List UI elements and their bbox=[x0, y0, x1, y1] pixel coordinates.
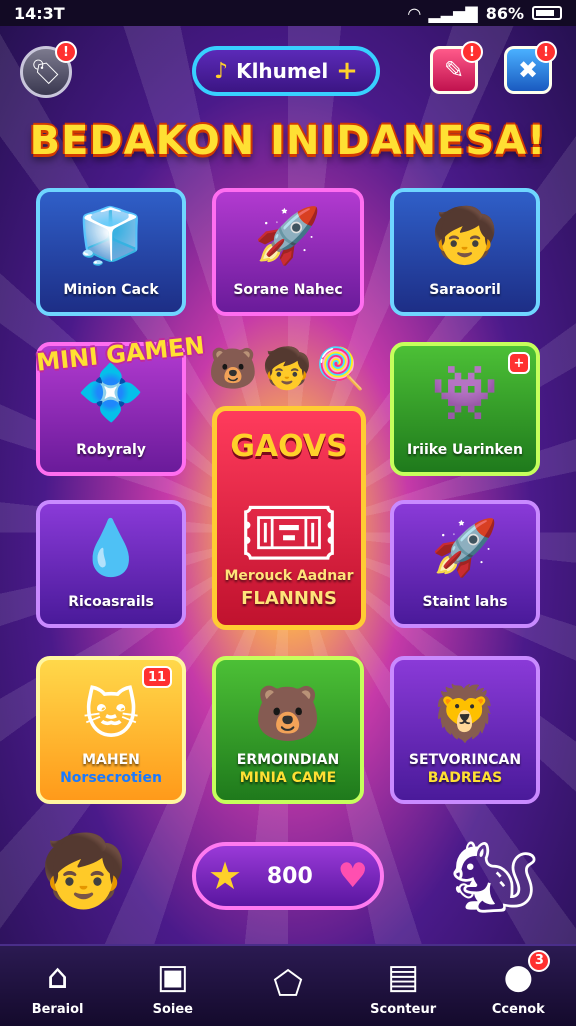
featured-label-1: Merouck Aadnar bbox=[224, 568, 354, 584]
nav-counter[interactable]: ▤ Sconteur bbox=[353, 956, 453, 1017]
game-card-label: Iriike Uarinken bbox=[407, 442, 523, 458]
tools-icon: ✖ bbox=[517, 56, 539, 84]
nav-label: Beraiol bbox=[31, 1001, 84, 1017]
battery-icon bbox=[532, 6, 562, 20]
status-time: 14:3T bbox=[14, 3, 65, 23]
rocket-icon: 🚀 bbox=[254, 204, 322, 267]
squirrel-character-icon: 🐿 bbox=[450, 836, 539, 918]
settings-button[interactable]: 🏷 ! bbox=[20, 41, 77, 98]
game-card-sublabel: BADREAS bbox=[427, 770, 503, 786]
featured-title: GAOVS bbox=[230, 429, 348, 464]
page-title: BEDAKON INIDANESA! bbox=[29, 118, 547, 164]
bottom-navigation: ⌂ Beraiol ▣ Soiee ⬠ ▤ Sconteur ● Ccenok … bbox=[0, 944, 576, 1026]
center-shape-icon: ⬠ bbox=[273, 964, 303, 1004]
notification-badge: ! bbox=[461, 41, 483, 63]
nav-label: Sconteur bbox=[370, 1001, 437, 1017]
game-card-label: ERMOINDIAN bbox=[236, 752, 340, 768]
game-card-6[interactable]: 💧 Ricoasrails bbox=[36, 500, 186, 628]
lollipop-icon: 🍭 bbox=[315, 345, 366, 392]
game-card-5[interactable]: 👾 Iriike Uarinken + bbox=[390, 342, 540, 476]
nav-home[interactable]: ⌂ Beraiol bbox=[8, 956, 108, 1017]
nav-label: Soiee bbox=[152, 1001, 193, 1017]
characters-group: 🐻 🧒 🍭 bbox=[208, 330, 365, 406]
wifi-icon: ◠ bbox=[408, 3, 421, 23]
tag-icon: 🏷 bbox=[30, 58, 62, 86]
game-card-label: Ricoasrails bbox=[68, 594, 154, 610]
signal-icon: ▂▃▅▇ bbox=[428, 3, 478, 23]
game-card-10[interactable]: 🦁 SETVORINCAN BADREAS bbox=[390, 656, 540, 804]
gem-icon: 💧 bbox=[77, 516, 145, 579]
music-note-icon: ♪ bbox=[214, 58, 229, 84]
notification-badge: ! bbox=[535, 41, 557, 63]
status-bar: 14:3T ◠ ▂▃▅▇ 86% bbox=[0, 0, 576, 26]
coins-value: 800 bbox=[266, 863, 313, 889]
tools-button[interactable]: ✖ ! bbox=[504, 41, 557, 94]
plus-icon: + bbox=[336, 56, 358, 86]
game-card-label: Minion Cack bbox=[63, 282, 159, 298]
game-card-label: Sorane Nahec bbox=[233, 282, 343, 298]
notification-badge: ! bbox=[55, 41, 77, 63]
music-pill-button[interactable]: ♪ Klhumel + bbox=[192, 46, 380, 96]
game-card-sublabel: Norsecrotien bbox=[60, 770, 162, 786]
game-card-label: Saraooril bbox=[429, 282, 501, 298]
battery-percent: 86% bbox=[485, 3, 524, 23]
game-card-1[interactable]: 🧊 Minion Cack bbox=[36, 188, 186, 316]
pencil-icon: ✎ bbox=[443, 56, 465, 84]
game-card-label: Staint lahs bbox=[422, 594, 508, 610]
nav-label: Ccenok bbox=[491, 1001, 545, 1017]
nav-store[interactable]: ▣ Soiee bbox=[123, 956, 223, 1017]
home-icon: ⌂ bbox=[46, 956, 69, 997]
kid-character-icon: 🧒 bbox=[40, 830, 128, 912]
game-card-9[interactable]: 🐻 ERMOINDIAN MINIA CAME bbox=[212, 656, 364, 804]
plus-badge-icon: + bbox=[508, 352, 530, 374]
bear-icon: 🐻 bbox=[208, 345, 259, 392]
nav-chat[interactable]: ● Ccenok 3 bbox=[468, 949, 568, 1017]
blocks-icon: 🧊 bbox=[77, 204, 145, 267]
card-badge: 11 bbox=[142, 666, 172, 688]
featured-game-card[interactable]: GAOVS 🎟 Merouck Aadnar FLANNNS bbox=[212, 406, 366, 630]
clipboard-icon: ▤ bbox=[387, 956, 420, 997]
star-icon: ★ bbox=[208, 854, 243, 898]
game-card-sublabel: MINIA CAME bbox=[239, 770, 337, 786]
nav-center[interactable]: ⬠ bbox=[238, 963, 338, 1009]
game-card-8[interactable]: 🐱 MAHEN Norsecrotien 11 bbox=[36, 656, 186, 804]
heart-icon: ♥ bbox=[337, 856, 368, 896]
box-icon: ▣ bbox=[156, 956, 189, 997]
kid-icon: 🧒 bbox=[262, 345, 312, 392]
music-pill-label: Klhumel bbox=[236, 59, 329, 83]
game-card-7[interactable]: 🚀 Staint lahs bbox=[390, 500, 540, 628]
edit-button[interactable]: ✎ ! bbox=[430, 41, 483, 94]
game-card-2[interactable]: 🚀 Sorane Nahec bbox=[212, 188, 364, 316]
game-card-label: SETVORINCAN bbox=[408, 752, 522, 768]
character-icon: 🧒 bbox=[431, 204, 499, 267]
coins-display[interactable]: ★ 800 ♥ bbox=[192, 842, 384, 910]
game-card-label: MAHEN bbox=[82, 752, 140, 768]
featured-label-2: FLANNNS bbox=[241, 588, 337, 609]
rocket-icon: 🚀 bbox=[431, 516, 499, 579]
bear-character-icon: 🐻 bbox=[254, 682, 322, 745]
character-icon: 🦁 bbox=[431, 682, 499, 745]
game-card-3[interactable]: 🧒 Saraooril bbox=[390, 188, 540, 316]
chat-badge: 3 bbox=[528, 949, 551, 972]
game-card-label: Robyraly bbox=[76, 442, 146, 458]
